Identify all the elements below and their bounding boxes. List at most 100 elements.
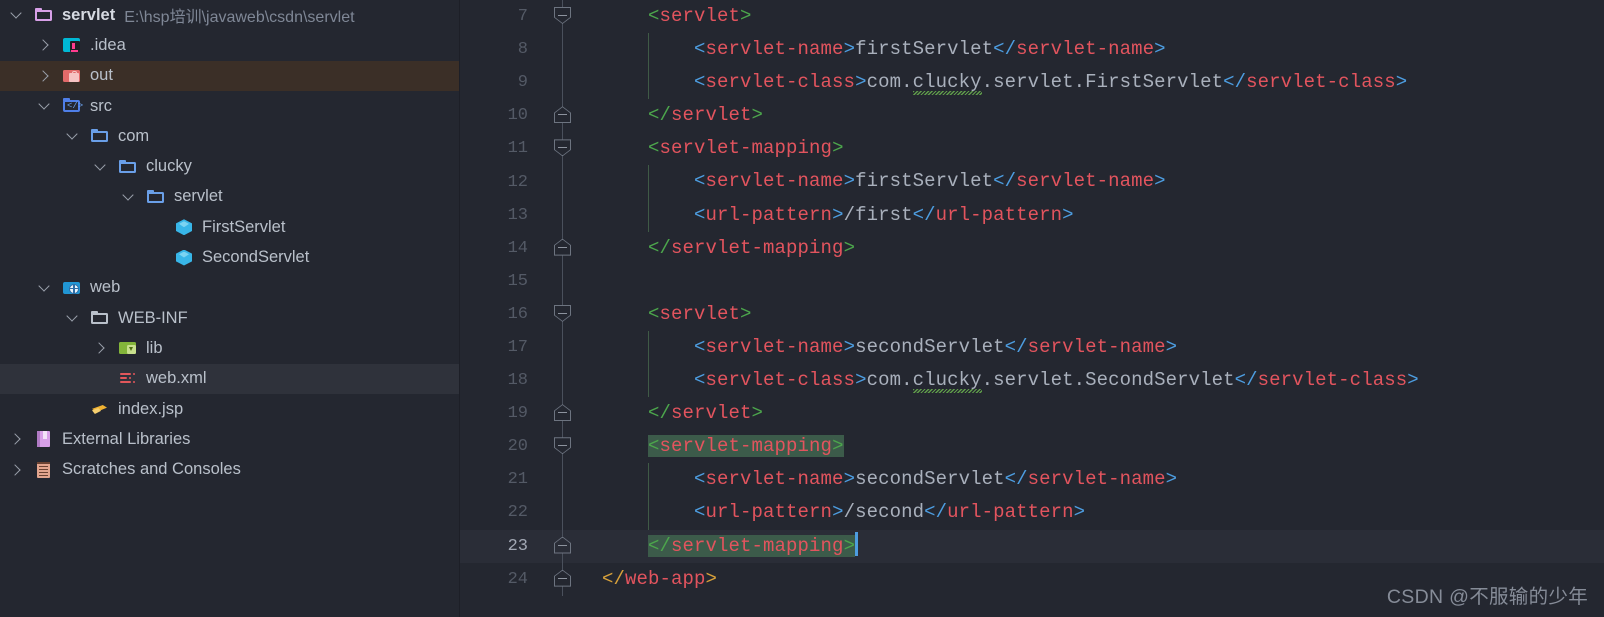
code-line[interactable]: 8 <servlet-name>firstServlet</servlet-na…	[460, 33, 1604, 67]
code-line[interactable]: 18 <servlet-class>com.clucky.servlet.Sec…	[460, 364, 1604, 398]
code-text[interactable]: <servlet-class>com.clucky.servlet.Second…	[584, 364, 1604, 398]
tree-item-secondservlet[interactable]: SecondServlet	[0, 242, 459, 272]
code-line[interactable]: 16 <servlet>	[460, 297, 1604, 331]
code-fold-end-icon[interactable]	[554, 569, 571, 587]
tree-item-firstservlet[interactable]: FirstServlet	[0, 212, 459, 242]
code-text[interactable]: </servlet-mapping>	[584, 530, 1604, 563]
code-text[interactable]: </servlet>	[584, 99, 1604, 132]
code-text[interactable]	[584, 265, 1604, 298]
project-tree-panel[interactable]: servlet E:\hsp培训\javaweb\csdn\servlet .ide…	[0, 0, 460, 617]
code-token: servlet-class	[705, 71, 856, 94]
code-token: clucky	[912, 369, 982, 394]
code-line[interactable]: 11 <servlet-mapping>	[460, 132, 1604, 166]
editor-gutter[interactable]	[542, 231, 584, 265]
code-text[interactable]: </servlet>	[584, 397, 1604, 430]
line-number: 18	[507, 371, 528, 391]
editor-gutter[interactable]	[542, 198, 584, 232]
code-text[interactable]: <servlet-mapping>	[584, 430, 1604, 463]
code-text[interactable]: <url-pattern>/first</url-pattern>	[584, 198, 1604, 232]
chevron-right-icon[interactable]	[36, 36, 54, 54]
chevron-down-icon[interactable]	[64, 309, 82, 327]
tree-item-web-inf[interactable]: WEB-INF	[0, 303, 459, 333]
code-text[interactable]: <servlet>	[584, 0, 1604, 33]
code-line[interactable]: 22 <url-pattern>/second</url-pattern>	[460, 496, 1604, 530]
code-fold-start-icon[interactable]	[554, 139, 571, 157]
code-line[interactable]: 19 </servlet>	[460, 397, 1604, 431]
code-text[interactable]: </servlet-mapping>	[584, 232, 1604, 265]
code-text[interactable]: <servlet-name>firstServlet</servlet-name…	[584, 165, 1604, 199]
code-token: <	[648, 302, 660, 325]
editor-gutter[interactable]	[542, 430, 584, 464]
code-text[interactable]: <servlet-class>com.clucky.servlet.FirstS…	[584, 66, 1604, 100]
code-text[interactable]: <servlet-mapping>	[584, 132, 1604, 165]
code-text[interactable]: <servlet-name>secondServlet</servlet-nam…	[584, 330, 1604, 365]
chevron-right-icon[interactable]	[8, 430, 26, 448]
chevron-down-icon[interactable]	[64, 127, 82, 145]
code-fold-start-icon[interactable]	[554, 7, 571, 24]
code-line[interactable]: 12 <servlet-name>firstServlet</servlet-n…	[460, 165, 1604, 199]
tree-item-src[interactable]: </> src	[0, 91, 459, 121]
code-line[interactable]: 21 <servlet-name>secondServlet</servlet-…	[460, 463, 1604, 497]
chevron-right-icon[interactable]	[8, 461, 26, 479]
chevron-right-icon[interactable]	[36, 67, 54, 85]
tree-item-web[interactable]: web	[0, 273, 459, 303]
editor-gutter[interactable]	[542, 165, 584, 199]
editor-gutter[interactable]	[542, 397, 584, 431]
code-fold-end-icon[interactable]	[554, 106, 571, 124]
editor-gutter[interactable]	[542, 496, 584, 530]
code-text[interactable]: <url-pattern>/second</url-pattern>	[584, 496, 1604, 530]
editor-gutter[interactable]	[542, 297, 584, 331]
tree-item-scratches-and-consoles[interactable]: Scratches and Consoles	[0, 454, 459, 484]
chevron-right-icon[interactable]	[92, 339, 110, 357]
tree-item-servlet[interactable]: servlet E:\hsp培训\javaweb\csdn\servlet	[0, 0, 459, 30]
tree-item-web-xml[interactable]: web.xml	[0, 363, 459, 394]
editor-gutter[interactable]	[542, 562, 584, 596]
tree-item-com[interactable]: com	[0, 121, 459, 151]
editor-gutter[interactable]	[542, 66, 584, 100]
source-folder-icon: </>	[62, 96, 83, 116]
editor-gutter[interactable]	[542, 330, 584, 365]
tree-item-label: Scratches and Consoles	[62, 460, 241, 479]
xml-file-icon	[118, 369, 138, 389]
editor-gutter[interactable]	[542, 132, 584, 166]
editor-gutter[interactable]	[542, 529, 584, 563]
code-line[interactable]: 13 <url-pattern>/first</url-pattern>	[460, 198, 1604, 232]
code-line[interactable]: 15	[460, 264, 1604, 298]
editor-gutter[interactable]	[542, 264, 584, 298]
editor-gutter[interactable]	[542, 463, 584, 497]
tree-item-clucky[interactable]: clucky	[0, 151, 459, 181]
editor-gutter[interactable]	[542, 0, 584, 34]
code-fold-end-icon[interactable]	[554, 536, 571, 554]
editor-gutter[interactable]	[542, 99, 584, 133]
tree-item-external-libraries[interactable]: External Libraries	[0, 424, 459, 454]
code-line[interactable]: 20 <servlet-mapping>	[460, 430, 1604, 464]
code-editor[interactable]: 7 <servlet> 8 <servlet-name>firstServlet<…	[460, 0, 1604, 617]
code-line[interactable]: 9 <servlet-class>com.clucky.servlet.Firs…	[460, 66, 1604, 100]
chevron-down-icon[interactable]	[8, 6, 26, 24]
editor-gutter[interactable]	[542, 364, 584, 398]
code-text[interactable]: <servlet-name>secondServlet</servlet-nam…	[584, 463, 1604, 497]
chevron-down-icon[interactable]	[92, 158, 110, 176]
chevron-down-icon[interactable]	[36, 97, 54, 115]
tree-item-out[interactable]: out	[0, 60, 459, 91]
indent-guide	[648, 198, 649, 232]
chevron-down-icon[interactable]	[120, 188, 138, 206]
code-line[interactable]: 23 </servlet-mapping>	[460, 529, 1604, 563]
code-fold-end-icon[interactable]	[554, 238, 571, 256]
code-text[interactable]: <servlet>	[584, 298, 1604, 331]
code-line[interactable]: 10 </servlet>	[460, 99, 1604, 133]
chevron-down-icon[interactable]	[36, 279, 54, 297]
code-fold-end-icon[interactable]	[554, 404, 571, 422]
code-text[interactable]: <servlet-name>firstServlet</servlet-name…	[584, 33, 1604, 67]
code-fold-start-icon[interactable]	[554, 437, 571, 455]
code-line[interactable]: 14 </servlet-mapping>	[460, 231, 1604, 265]
tree-item-lib[interactable]: lib	[0, 333, 459, 363]
code-fold-start-icon[interactable]	[554, 304, 571, 322]
tree-item-servlet[interactable]: servlet	[0, 182, 459, 212]
editor-gutter[interactable]	[542, 33, 584, 67]
code-line[interactable]: 7 <servlet>	[460, 0, 1604, 34]
tree-item-index-jsp[interactable]: index.jsp	[0, 394, 459, 424]
code-line[interactable]: 17 <servlet-name>secondServlet</servlet-…	[460, 330, 1604, 365]
tree-item-idea[interactable]: .idea	[0, 30, 459, 60]
